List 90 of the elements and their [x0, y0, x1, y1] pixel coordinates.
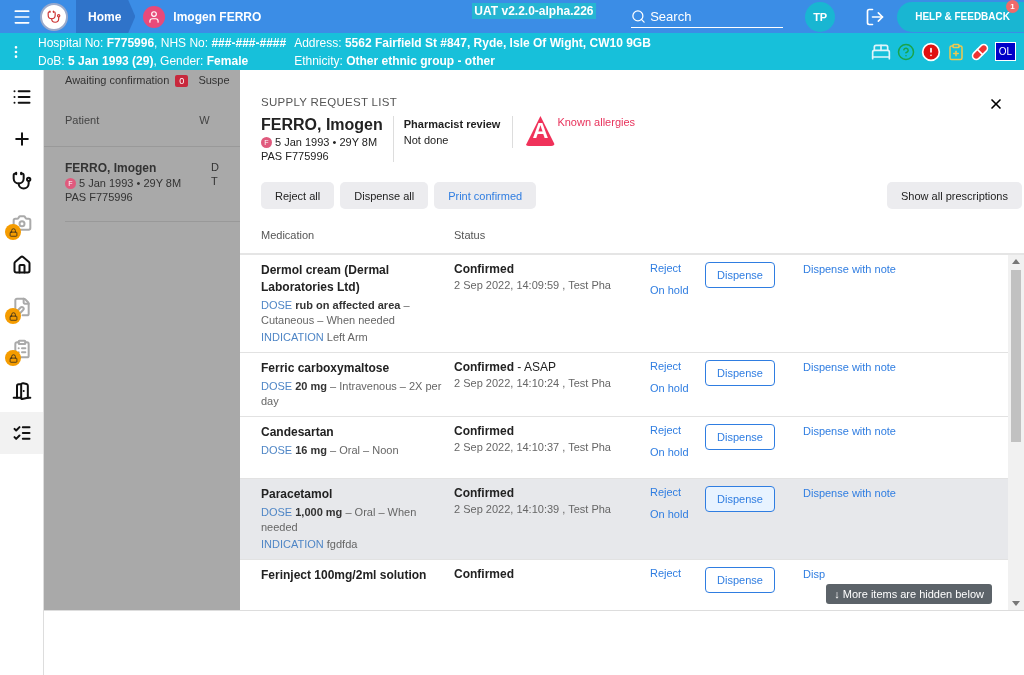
- medication-name: Ferinject 100mg/2ml solution: [261, 567, 428, 584]
- reject-link[interactable]: Reject: [650, 360, 705, 372]
- patient-name: FERRO, Imogen: [65, 161, 158, 175]
- column-header: W: [199, 114, 210, 126]
- patient-address: Address: 5562 Fairfield St #847, Ryde, Isle Of Wight, CW10 9GB: [294, 35, 651, 50]
- status-text: Confirmed: [454, 486, 515, 500]
- dispense-note-link[interactable]: Dispense with note: [803, 487, 896, 499]
- status-tab[interactable]: Awaiting confirmation 0: [65, 74, 189, 86]
- pill-icon[interactable]: [970, 42, 989, 61]
- scrollbar[interactable]: [1008, 255, 1024, 610]
- on-hold-link[interactable]: On hold: [650, 382, 705, 394]
- patient-name[interactable]: Imogen FERRO: [173, 9, 262, 24]
- lock-icon: [5, 350, 21, 366]
- dispense-button[interactable]: Dispense: [705, 360, 775, 386]
- logo-icon[interactable]: [40, 2, 68, 31]
- medication-detail: INDICATION Left Arm: [261, 330, 369, 345]
- status-date: 2 Sep 2022, 14:10:39 , Test Pha: [454, 503, 612, 515]
- column-header: Medication: [261, 229, 316, 241]
- dispense-note-link[interactable]: Dispense with note: [803, 361, 896, 373]
- medication-name: Dermol cream (Dermal Laboratories Ltd): [261, 262, 391, 296]
- help-feedback-button[interactable]: HELP & FEEDBACK 1: [897, 1, 1024, 32]
- table-cell-text: D: [211, 161, 220, 173]
- dispense-note-link[interactable]: Disp: [803, 568, 825, 580]
- reject-link[interactable]: Reject: [650, 262, 705, 274]
- review-label: Pharmacist review: [403, 118, 501, 130]
- status-date: 2 Sep 2022, 14:10:24 , Test Pha: [454, 377, 612, 389]
- patient-name: FERRO, Imogen: [261, 116, 383, 134]
- medication-detail: DOSE 16 mg – Oral – Noon: [261, 443, 400, 458]
- count-badge: 0: [175, 75, 189, 87]
- on-hold-link[interactable]: On hold: [650, 446, 705, 458]
- status-date: 2 Sep 2022, 14:09:59 , Test Pha: [454, 279, 612, 291]
- lock-icon: [5, 308, 21, 324]
- sidebar-item[interactable]: [0, 412, 43, 454]
- scroll-up-icon[interactable]: [1012, 259, 1020, 264]
- reject-link[interactable]: Reject: [650, 424, 705, 436]
- column-header: Status: [454, 229, 487, 241]
- medication-name: Candesartan: [261, 424, 335, 441]
- notification-badge: 1: [1006, 0, 1019, 13]
- medication-detail: INDICATION fgdfda: [261, 537, 359, 552]
- on-hold-link[interactable]: On hold: [650, 284, 705, 296]
- lock-icon: [5, 224, 21, 240]
- dispense-button[interactable]: Dispense: [705, 486, 775, 512]
- medication-name: Paracetamol: [261, 486, 334, 503]
- medication-detail: DOSE 20 mg – Intravenous – 2X per day: [261, 379, 443, 409]
- on-hold-link[interactable]: On hold: [650, 508, 705, 520]
- status-text: Confirmed: [454, 424, 515, 438]
- action-button[interactable]: Print confirmed: [434, 182, 537, 209]
- dispense-button[interactable]: Dispense: [705, 567, 775, 593]
- logout-icon[interactable]: [865, 6, 886, 27]
- action-button[interactable]: Dispense all: [340, 182, 429, 209]
- version-label: UAT v2.2.0-alpha.226: [472, 2, 596, 19]
- allergy-icon: A: [525, 116, 556, 146]
- patient-ethnicity: Ethnicity: Other ethnic group - other: [294, 53, 496, 68]
- reject-link[interactable]: Reject: [650, 567, 705, 579]
- patient-dob: 5 Jan 1993 • 29Y 8M: [275, 136, 378, 148]
- patient-dob: DoB: 5 Jan 1993 (29), Gender: Female: [38, 53, 250, 68]
- dispense-note-link[interactable]: Dispense with note: [803, 425, 896, 437]
- search-icon[interactable]: [631, 8, 647, 24]
- show-all-button[interactable]: Show all prescriptions: [887, 182, 1022, 209]
- ol-badge[interactable]: OL: [994, 42, 1016, 61]
- patient-ids: Hospital No: F775996, NHS No: ###-###-####: [38, 35, 287, 50]
- medication-name: Ferric carboxymaltose: [261, 360, 391, 377]
- allergy-label: Known allergies: [557, 116, 636, 128]
- hidden-items-notice[interactable]: ↓ More items are hidden below: [826, 584, 992, 604]
- status-tab[interactable]: Suspe: [198, 74, 230, 86]
- clipboard-icon[interactable]: [946, 42, 965, 61]
- home-link[interactable]: Home: [76, 0, 136, 33]
- status-date: 2 Sep 2022, 14:10:37 , Test Pha: [454, 441, 612, 453]
- alert-icon[interactable]: [920, 41, 941, 62]
- dispense-button[interactable]: Dispense: [705, 262, 775, 288]
- user-avatar[interactable]: TP: [805, 1, 836, 32]
- search-field[interactable]: Search: [648, 7, 769, 25]
- review-value: Not done: [403, 134, 450, 146]
- medication-detail: DOSE rub on affected area – Cutaneous – When needed: [261, 298, 411, 328]
- status-text: Confirmed: [454, 262, 515, 276]
- patient-pas: PAS F775996: [261, 150, 330, 162]
- table-cell-text: T: [211, 175, 219, 187]
- scroll-down-icon[interactable]: [1012, 601, 1020, 606]
- reject-link[interactable]: Reject: [650, 486, 705, 498]
- dispense-button[interactable]: Dispense: [705, 424, 775, 450]
- action-button[interactable]: Reject all: [261, 182, 335, 209]
- close-button[interactable]: [988, 96, 1004, 112]
- status-text: Confirmed: [454, 567, 515, 581]
- column-header: Patient: [65, 114, 100, 126]
- panel-title: SUPPLY REQUEST LIST: [261, 96, 398, 110]
- patient-pas: PAS F775996: [65, 191, 134, 203]
- dispense-note-link[interactable]: Dispense with note: [803, 263, 896, 275]
- patient-dob: 5 Jan 1993 • 29Y 8M: [79, 177, 182, 189]
- person-icon: [143, 5, 166, 28]
- status-text: Confirmed - ASAP: [454, 360, 558, 374]
